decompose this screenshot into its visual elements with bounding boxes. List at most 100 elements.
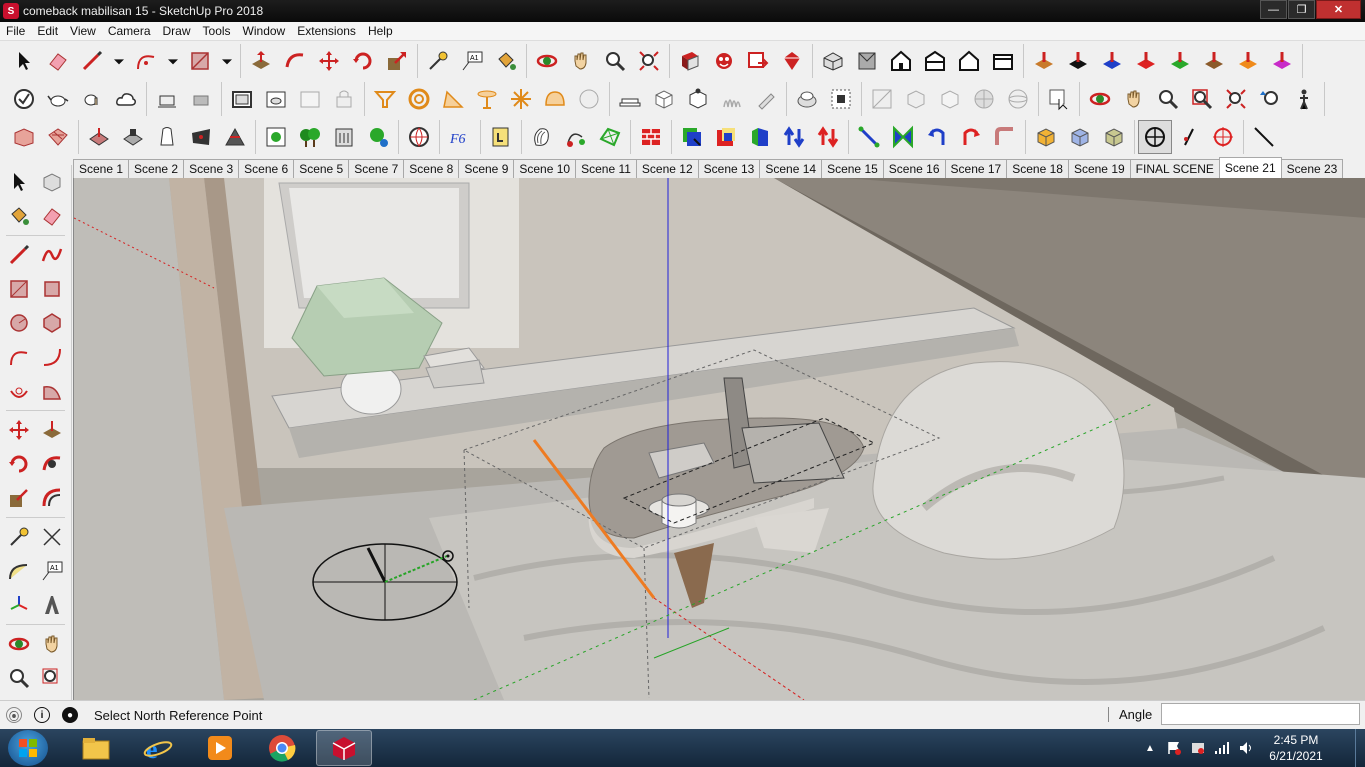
maximize-button[interactable]: ❐ — [1288, 0, 1315, 19]
slash-tool-icon[interactable] — [1247, 120, 1281, 154]
follow-me-icon[interactable] — [37, 449, 67, 479]
dice-icon[interactable] — [899, 82, 933, 116]
three-point-arc-icon[interactable] — [4, 376, 34, 406]
pan-hand-icon[interactable] — [1117, 82, 1151, 116]
credits-info-icon[interactable]: i — [34, 707, 50, 723]
eraser-icon[interactable] — [37, 201, 67, 231]
start-button[interactable] — [8, 730, 48, 766]
tab-scene-11[interactable]: Scene 11 — [575, 159, 637, 178]
window-frame-icon[interactable] — [225, 82, 259, 116]
arrows-red-icon[interactable] — [811, 120, 845, 154]
dome-icon[interactable] — [538, 82, 572, 116]
scale-icon[interactable] — [380, 44, 414, 78]
tab-scene-16[interactable]: Scene 16 — [882, 159, 946, 178]
scale-icon[interactable] — [4, 483, 34, 513]
sphere-icon[interactable] — [790, 82, 824, 116]
menu-file[interactable]: File — [0, 24, 31, 38]
menu-draw[interactable]: Draw — [157, 24, 197, 38]
orbit-icon[interactable] — [530, 44, 564, 78]
compass-needle-icon[interactable] — [1172, 120, 1206, 154]
orbit-icon[interactable] — [1083, 82, 1117, 116]
menu-view[interactable]: View — [64, 24, 102, 38]
make-component-icon[interactable] — [37, 167, 67, 197]
tape-measure-icon[interactable] — [421, 44, 455, 78]
building-icon[interactable] — [327, 120, 361, 154]
tab-scene-17[interactable]: Scene 17 — [944, 159, 1008, 178]
menu-extensions[interactable]: Extensions — [291, 24, 362, 38]
plugin-green-icon[interactable] — [1163, 44, 1197, 78]
stamp-icon[interactable] — [116, 120, 150, 154]
line-pencil-icon[interactable] — [4, 240, 34, 270]
plugin-blue-icon[interactable] — [1095, 44, 1129, 78]
tab-final-scene[interactable]: FINAL SCENE — [1129, 159, 1220, 178]
previous-view-icon[interactable] — [1253, 82, 1287, 116]
starburst-icon[interactable] — [504, 82, 538, 116]
menu-camera[interactable]: Camera — [102, 24, 157, 38]
smoove-icon[interactable] — [82, 120, 116, 154]
plugin-red-icon[interactable] — [1129, 44, 1163, 78]
curviloft-shell-icon[interactable] — [525, 120, 559, 154]
left-view-icon[interactable] — [986, 44, 1020, 78]
internet-explorer-icon[interactable]: e — [130, 730, 186, 766]
front-view-icon[interactable] — [884, 44, 918, 78]
tab-scene-6[interactable]: Scene 6 — [238, 159, 295, 178]
funnel-icon[interactable] — [368, 82, 402, 116]
menu-help[interactable]: Help — [362, 24, 399, 38]
rectangle-icon[interactable] — [183, 44, 217, 78]
network-signal-icon[interactable] — [1213, 739, 1231, 757]
brick-wall-icon[interactable] — [634, 120, 668, 154]
measurement-input[interactable] — [1161, 703, 1360, 725]
rotate-icon[interactable] — [346, 44, 380, 78]
plugin-orange-icon[interactable] — [1231, 44, 1265, 78]
tab-scene-10[interactable]: Scene 10 — [513, 159, 577, 178]
sphere-grey-icon[interactable] — [572, 82, 606, 116]
grid-select-icon[interactable] — [824, 82, 858, 116]
curviloft-dots-icon[interactable] — [559, 120, 593, 154]
push-pull-plugin-icon[interactable] — [1027, 44, 1061, 78]
curviloft-skin-icon[interactable] — [593, 120, 627, 154]
iso-view-icon[interactable] — [816, 44, 850, 78]
offset-icon[interactable] — [37, 483, 67, 513]
select-arrow-icon[interactable] — [7, 44, 41, 78]
table-shape-icon[interactable] — [470, 82, 504, 116]
zoom-icon[interactable] — [1151, 82, 1185, 116]
geo-location-icon[interactable]: ⦿ — [6, 707, 22, 723]
zoom-icon[interactable] — [4, 663, 34, 693]
protractor-icon[interactable] — [436, 82, 470, 116]
round-corner-icon[interactable] — [988, 120, 1022, 154]
teapot-frame-icon[interactable] — [259, 82, 293, 116]
text-icon[interactable]: A1 — [37, 556, 67, 586]
tab-scene-7[interactable]: Scene 7 — [348, 159, 405, 178]
3d-text-icon[interactable] — [37, 590, 67, 620]
bed-icon[interactable] — [613, 82, 647, 116]
text-icon[interactable]: A1 — [455, 44, 489, 78]
drape-icon[interactable] — [150, 120, 184, 154]
move-icon[interactable] — [4, 415, 34, 445]
paint-bucket-icon[interactable] — [4, 201, 34, 231]
back-view-icon[interactable] — [952, 44, 986, 78]
system-clock[interactable]: 2:45 PM 6/21/2021 — [1261, 732, 1331, 764]
rotate-blue-icon[interactable] — [920, 120, 954, 154]
diagonal-square-icon[interactable] — [865, 82, 899, 116]
cloud-icon[interactable] — [109, 82, 143, 116]
cube-outline-icon[interactable] — [647, 82, 681, 116]
tab-scene-15[interactable]: Scene 15 — [821, 159, 884, 178]
teapot-icon[interactable] — [41, 82, 75, 116]
cube-ry-icon[interactable] — [709, 120, 743, 154]
profile-builder-icon[interactable] — [484, 120, 518, 154]
tab-scene-23[interactable]: Scene 23 — [1280, 159, 1344, 178]
brush-icon[interactable] — [749, 82, 783, 116]
paint-bucket-icon[interactable] — [489, 44, 523, 78]
box-orange-icon[interactable] — [1029, 120, 1063, 154]
pot-grey-icon[interactable] — [184, 82, 218, 116]
push-pull-icon[interactable] — [37, 415, 67, 445]
freehand-icon[interactable] — [37, 240, 67, 270]
tray-expand-icon[interactable]: ▲ — [1141, 739, 1159, 757]
pot-plain-icon[interactable] — [150, 82, 184, 116]
box-olive-icon[interactable] — [1097, 120, 1131, 154]
check-circle-icon[interactable] — [7, 82, 41, 116]
box-blue-icon[interactable] — [1063, 120, 1097, 154]
chevron-down-icon[interactable] — [217, 44, 237, 78]
select-arrow-icon[interactable] — [4, 167, 34, 197]
teapot-faded-icon[interactable] — [293, 82, 327, 116]
